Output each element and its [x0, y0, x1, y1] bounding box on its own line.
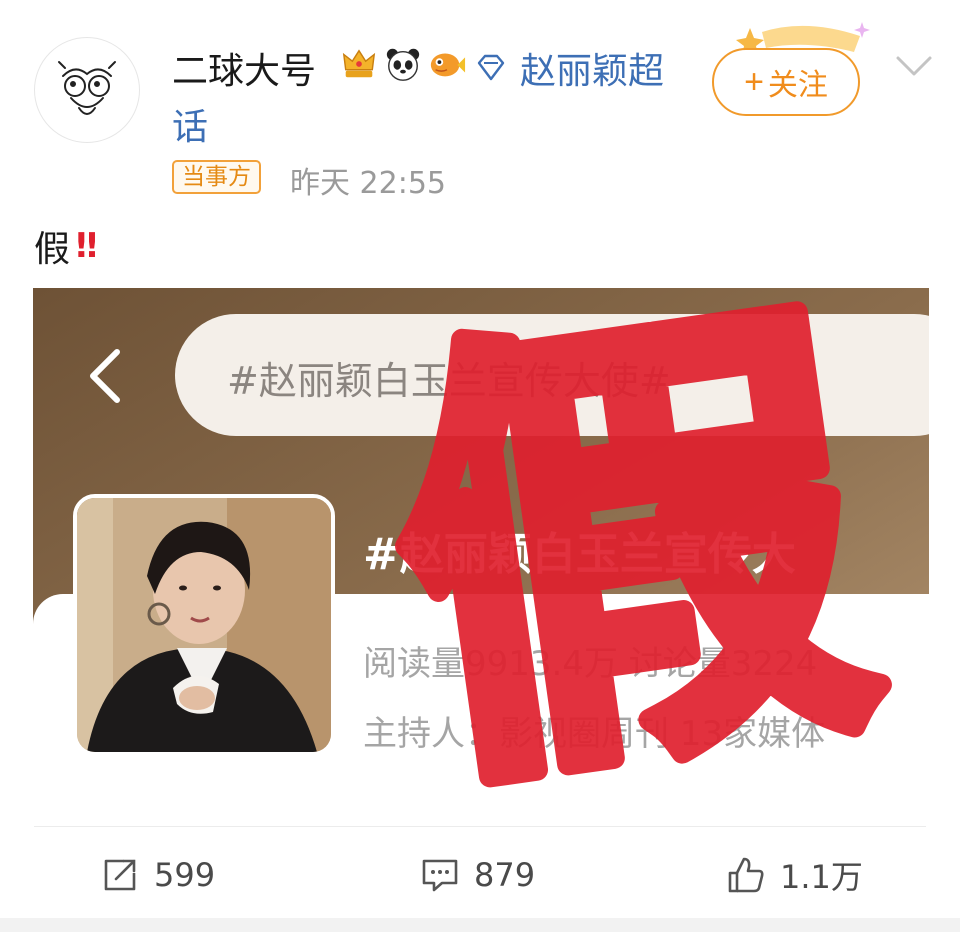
topic-cover-photo [73, 494, 335, 756]
super-topic-label[interactable]: 赵丽颖超 [520, 42, 664, 94]
like-button[interactable]: 1.1万 [726, 852, 863, 898]
action-divider [34, 826, 926, 827]
user-badges [340, 44, 466, 84]
super-topic-label-line2[interactable]: 话 [172, 98, 208, 150]
back-arrow-icon [90, 349, 120, 403]
post-text: 假 ‼ [34, 220, 97, 272]
post-body: 假 [34, 229, 71, 270]
share-count: 599 [154, 856, 216, 894]
username[interactable]: 二球大号 [172, 42, 316, 94]
follow-button[interactable]: + 关注 [712, 48, 860, 116]
fake-stamp-overlay: 假 [363, 288, 908, 808]
follow-plus-icon: + [744, 63, 764, 101]
thumbs-up-icon [728, 857, 764, 893]
like-count: 1.1万 [780, 858, 863, 896]
party-tag: 当事方 [172, 160, 261, 194]
panda-badge-icon[interactable] [384, 45, 422, 83]
follow-label: 关注 [767, 69, 828, 102]
bottom-strip [0, 918, 960, 932]
portrait-image [77, 498, 331, 752]
post-image[interactable]: #赵丽颖白玉兰宣传大使# #赵丽颖白玉兰宣传大 阅读量9913.4万 讨论量32… [33, 288, 929, 808]
super-topic-diamond-icon [477, 54, 505, 81]
share-button[interactable]: 599 [100, 852, 215, 898]
comment-icon [422, 859, 458, 892]
chevron-down-icon[interactable] [894, 52, 934, 80]
avatar-doodle-icon [58, 61, 116, 115]
user-avatar[interactable] [34, 37, 140, 143]
super-topic-link[interactable]: 赵丽颖超 [474, 42, 664, 94]
comment-count: 879 [474, 856, 536, 894]
post-time: 昨天 22:55 [290, 166, 446, 201]
share-icon [104, 859, 136, 891]
fish-badge-icon[interactable] [428, 45, 466, 83]
comment-button[interactable]: 879 [420, 852, 535, 898]
stamp-glyph: 假 [367, 288, 897, 808]
crown-badge-icon[interactable] [340, 45, 378, 83]
double-exclamation-icon: ‼ [76, 226, 97, 266]
